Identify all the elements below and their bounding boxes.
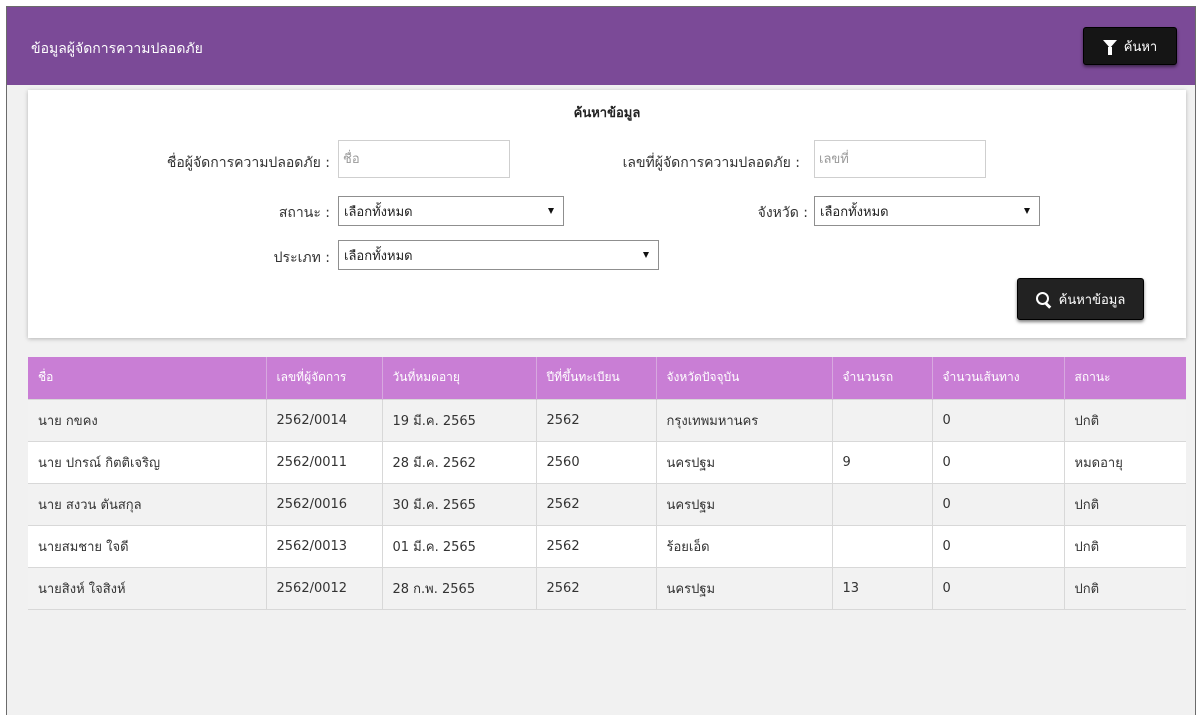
dropdown-arrow-icon xyxy=(1024,208,1030,214)
cell-province: นครปฐม xyxy=(656,440,833,483)
province-select[interactable]: เลือกทั้งหมด xyxy=(814,196,1040,226)
table-header-row: ชื่อ เลขที่ผู้จัดการ วันที่หมดอายุ ปีที่… xyxy=(28,357,1186,399)
cell-province: นครปฐม xyxy=(656,482,833,525)
cell-expiry: 19 มี.ค. 2565 xyxy=(382,398,537,441)
cell-vehicles: 9 xyxy=(832,440,933,483)
cell-number: 2562/0013 xyxy=(266,524,383,567)
cell-reg-year: 2562 xyxy=(536,482,657,525)
cell-number: 2562/0014 xyxy=(266,398,383,441)
cell-status: ปกติ xyxy=(1064,482,1186,525)
magnifier-icon xyxy=(1035,291,1051,307)
name-input[interactable] xyxy=(338,140,510,178)
page-header: ข้อมูลผู้จัดการความปลอดภัย ค้นหา xyxy=(7,7,1195,85)
cell-expiry: 01 มี.ค. 2565 xyxy=(382,524,537,567)
cell-province: ร้อยเอ็ด xyxy=(656,524,833,567)
cell-vehicles xyxy=(832,398,933,441)
cell-number: 2562/0016 xyxy=(266,482,383,525)
cell-name: นายสมชาย ใจดี xyxy=(28,524,267,567)
cell-name: นาย สงวน ตันสกุล xyxy=(28,482,267,525)
search-panel-title: ค้นหาข้อมูล xyxy=(573,106,641,121)
search-panel: ค้นหาข้อมูล ชื่อผู้จัดการความปลอดภัย : เ… xyxy=(28,90,1186,338)
cell-routes: 0 xyxy=(932,482,1065,525)
cell-expiry: 30 มี.ค. 2565 xyxy=(382,482,537,525)
cell-vehicles: 13 xyxy=(832,566,933,610)
cell-routes: 0 xyxy=(932,524,1065,567)
col-header-reg-year[interactable]: ปีที่ขึ้นทะเบียน xyxy=(536,357,657,399)
province-label: จังหวัด : xyxy=(757,205,808,221)
cell-status: ปกติ xyxy=(1064,398,1186,441)
page-title: ข้อมูลผู้จัดการความปลอดภัย xyxy=(31,41,203,57)
cell-reg-year: 2562 xyxy=(536,566,657,610)
table-row[interactable]: นาย สงวน ตันสกุล 2562/0016 30 มี.ค. 2565… xyxy=(28,482,1186,525)
status-select-value: เลือกทั้งหมด xyxy=(344,204,413,220)
cell-vehicles xyxy=(832,482,933,525)
status-label: สถานะ : xyxy=(278,205,330,221)
cell-routes: 0 xyxy=(932,398,1065,441)
col-header-number[interactable]: เลขที่ผู้จัดการ xyxy=(266,357,383,399)
table-row[interactable]: นาย ปกรณ์ กิตติเจริญ 2562/0011 28 มี.ค. … xyxy=(28,440,1186,483)
dropdown-arrow-icon xyxy=(643,252,649,258)
cell-status: ปกติ xyxy=(1064,566,1186,610)
cell-reg-year: 2562 xyxy=(536,524,657,567)
cell-reg-year: 2560 xyxy=(536,440,657,483)
cell-status: หมดอายุ xyxy=(1064,440,1186,483)
table-row[interactable]: นายสมชาย ใจดี 2562/0013 01 มี.ค. 2565 25… xyxy=(28,524,1186,567)
table-row[interactable]: นายสิงห์ ใจสิงห์ 2562/0012 28 ก.พ. 2565 … xyxy=(28,566,1186,610)
number-label: เลขที่ผู้จัดการความปลอดภัย : xyxy=(622,155,800,171)
search-data-button-label: ค้นหาข้อมูล xyxy=(1058,292,1126,308)
name-label: ชื่อผู้จัดการความปลอดภัย : xyxy=(166,155,330,171)
cell-number: 2562/0011 xyxy=(266,440,383,483)
filter-search-button-label: ค้นหา xyxy=(1123,39,1158,55)
search-data-button[interactable]: ค้นหาข้อมูล xyxy=(1017,278,1144,320)
col-header-vehicles[interactable]: จำนวนรถ xyxy=(832,357,933,399)
col-header-routes[interactable]: จำนวนเส้นทาง xyxy=(932,357,1065,399)
province-select-value: เลือกทั้งหมด xyxy=(820,204,889,220)
type-label: ประเภท : xyxy=(273,250,330,266)
cell-province: กรุงเทพมหานคร xyxy=(656,398,833,441)
cell-expiry: 28 มี.ค. 2562 xyxy=(382,440,537,483)
cell-name: นาย ปกรณ์ กิตติเจริญ xyxy=(28,440,267,483)
cell-province: นครปฐม xyxy=(656,566,833,610)
col-header-status[interactable]: สถานะ xyxy=(1064,357,1186,399)
col-header-name[interactable]: ชื่อ xyxy=(28,357,267,399)
cell-routes: 0 xyxy=(932,440,1065,483)
filter-search-button[interactable]: ค้นหา xyxy=(1083,27,1177,65)
cell-name: นายสิงห์ ใจสิงห์ xyxy=(28,566,267,610)
cell-number: 2562/0012 xyxy=(266,566,383,610)
table-row[interactable]: นาย กขคง 2562/0014 19 มี.ค. 2565 2562 กร… xyxy=(28,398,1186,441)
dropdown-arrow-icon xyxy=(548,208,554,214)
number-input[interactable] xyxy=(814,140,986,178)
filter-icon xyxy=(1102,40,1117,55)
col-header-expiry[interactable]: วันที่หมดอายุ xyxy=(382,357,537,399)
cell-reg-year: 2562 xyxy=(536,398,657,441)
cell-expiry: 28 ก.พ. 2565 xyxy=(382,566,537,610)
type-select[interactable]: เลือกทั้งหมด xyxy=(338,240,659,270)
cell-name: นาย กขคง xyxy=(28,398,267,441)
cell-routes: 0 xyxy=(932,566,1065,610)
cell-vehicles xyxy=(832,524,933,567)
type-select-value: เลือกทั้งหมด xyxy=(344,248,413,264)
results-table: ชื่อ เลขที่ผู้จัดการ วันที่หมดอายุ ปีที่… xyxy=(28,357,1186,610)
status-select[interactable]: เลือกทั้งหมด xyxy=(338,196,564,226)
col-header-province[interactable]: จังหวัดปัจจุบัน xyxy=(656,357,833,399)
cell-status: ปกติ xyxy=(1064,524,1186,567)
